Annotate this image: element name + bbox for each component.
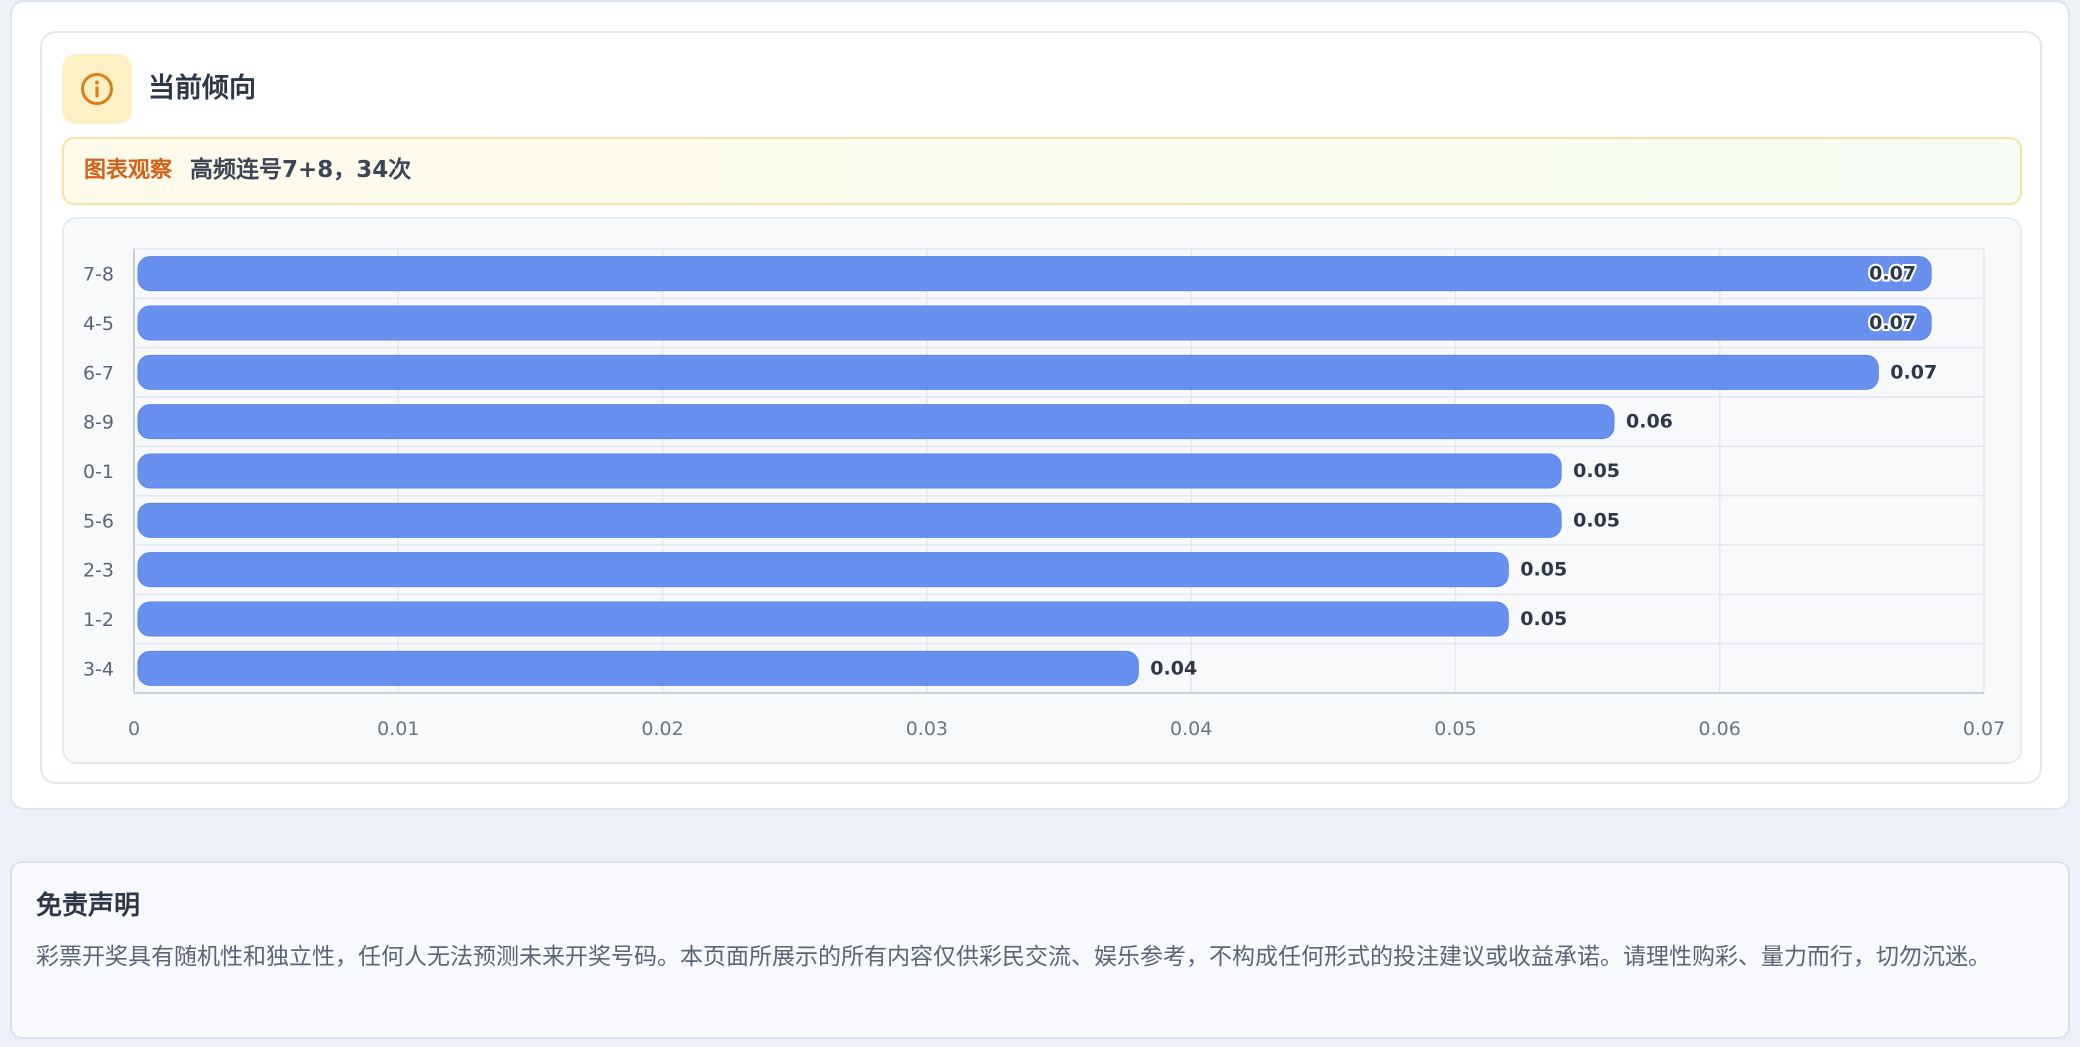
- data-label: 0.05: [1573, 509, 1620, 531]
- info-icon: [62, 54, 132, 124]
- observation-label: 图表观察: [84, 158, 173, 183]
- data-label: 0.07: [1869, 312, 1916, 334]
- data-label: 0.05: [1520, 559, 1567, 581]
- y-tick-label: 4-5: [83, 313, 114, 335]
- bar: [137, 453, 1562, 489]
- x-tick-label: 0.02: [641, 718, 683, 740]
- disclaimer-text: 彩票开奖具有随机性和独立性，任何人无法预测未来开奖号码。本页面所展示的所有内容仅…: [36, 944, 1991, 970]
- bar: [137, 256, 1932, 292]
- data-label: 0.07: [1869, 263, 1916, 285]
- bar: [137, 502, 1562, 538]
- trend-section: 当前倾向 图表观察 高频连号7+8，34次 0 0.01 0.02 0.03 0.04 0…: [10, 0, 2070, 810]
- observation-text: 高频连号7+8，34次: [190, 157, 412, 183]
- data-label: 0.05: [1520, 608, 1567, 630]
- x-tick-label: 0.03: [906, 718, 948, 740]
- data-label: 0.07: [1890, 361, 1937, 383]
- data-label: 0.04: [1150, 657, 1197, 679]
- disclaimer-panel: 免责声明 彩票开奖具有随机性和独立性，任何人无法预测未来开奖号码。本页面所展示的…: [10, 861, 2070, 1039]
- x-tick-label: 0.07: [1963, 718, 2005, 740]
- data-label: 0.06: [1626, 411, 1673, 433]
- x-tick-label: 0.06: [1699, 718, 1741, 740]
- bar: [137, 354, 1879, 390]
- y-tick-label: 1-2: [83, 609, 114, 631]
- x-tick-label: 0.05: [1434, 718, 1476, 740]
- trend-card: 当前倾向 图表观察 高频连号7+8，34次 0 0.01 0.02 0.03 0.04 0…: [40, 31, 2042, 784]
- panel-title: 当前倾向: [148, 73, 256, 104]
- y-tick-label: 6-7: [83, 362, 114, 384]
- x-tick-label: 0.01: [377, 718, 419, 740]
- x-tick-label: 0.04: [1170, 718, 1212, 740]
- y-tick-label: 2-3: [83, 560, 114, 582]
- bar: [137, 601, 1509, 637]
- x-tick-label: 0: [128, 718, 140, 740]
- chart-container: 0 0.01 0.02 0.03 0.04 0.05 0.06 0.07 7-8 0.07 4-5 0…: [62, 217, 2022, 764]
- disclaimer-title: 免责声明: [36, 891, 141, 921]
- observation-banner: 图表观察 高频连号7+8，34次: [62, 137, 2022, 205]
- data-label: 0.05: [1573, 460, 1620, 482]
- bar: [137, 305, 1932, 341]
- bar-chart: 0 0.01 0.02 0.03 0.04 0.05 0.06 0.07 7-8 0.07 4-5 0…: [83, 248, 2005, 740]
- bar: [137, 404, 1615, 440]
- y-tick-label: 8-9: [83, 412, 114, 434]
- bar: [137, 552, 1509, 588]
- y-tick-label: 7-8: [83, 264, 114, 286]
- bar: [137, 650, 1139, 686]
- y-tick-label: 3-4: [83, 658, 114, 680]
- y-tick-label: 0-1: [83, 461, 114, 483]
- y-tick-label: 5-6: [83, 510, 114, 532]
